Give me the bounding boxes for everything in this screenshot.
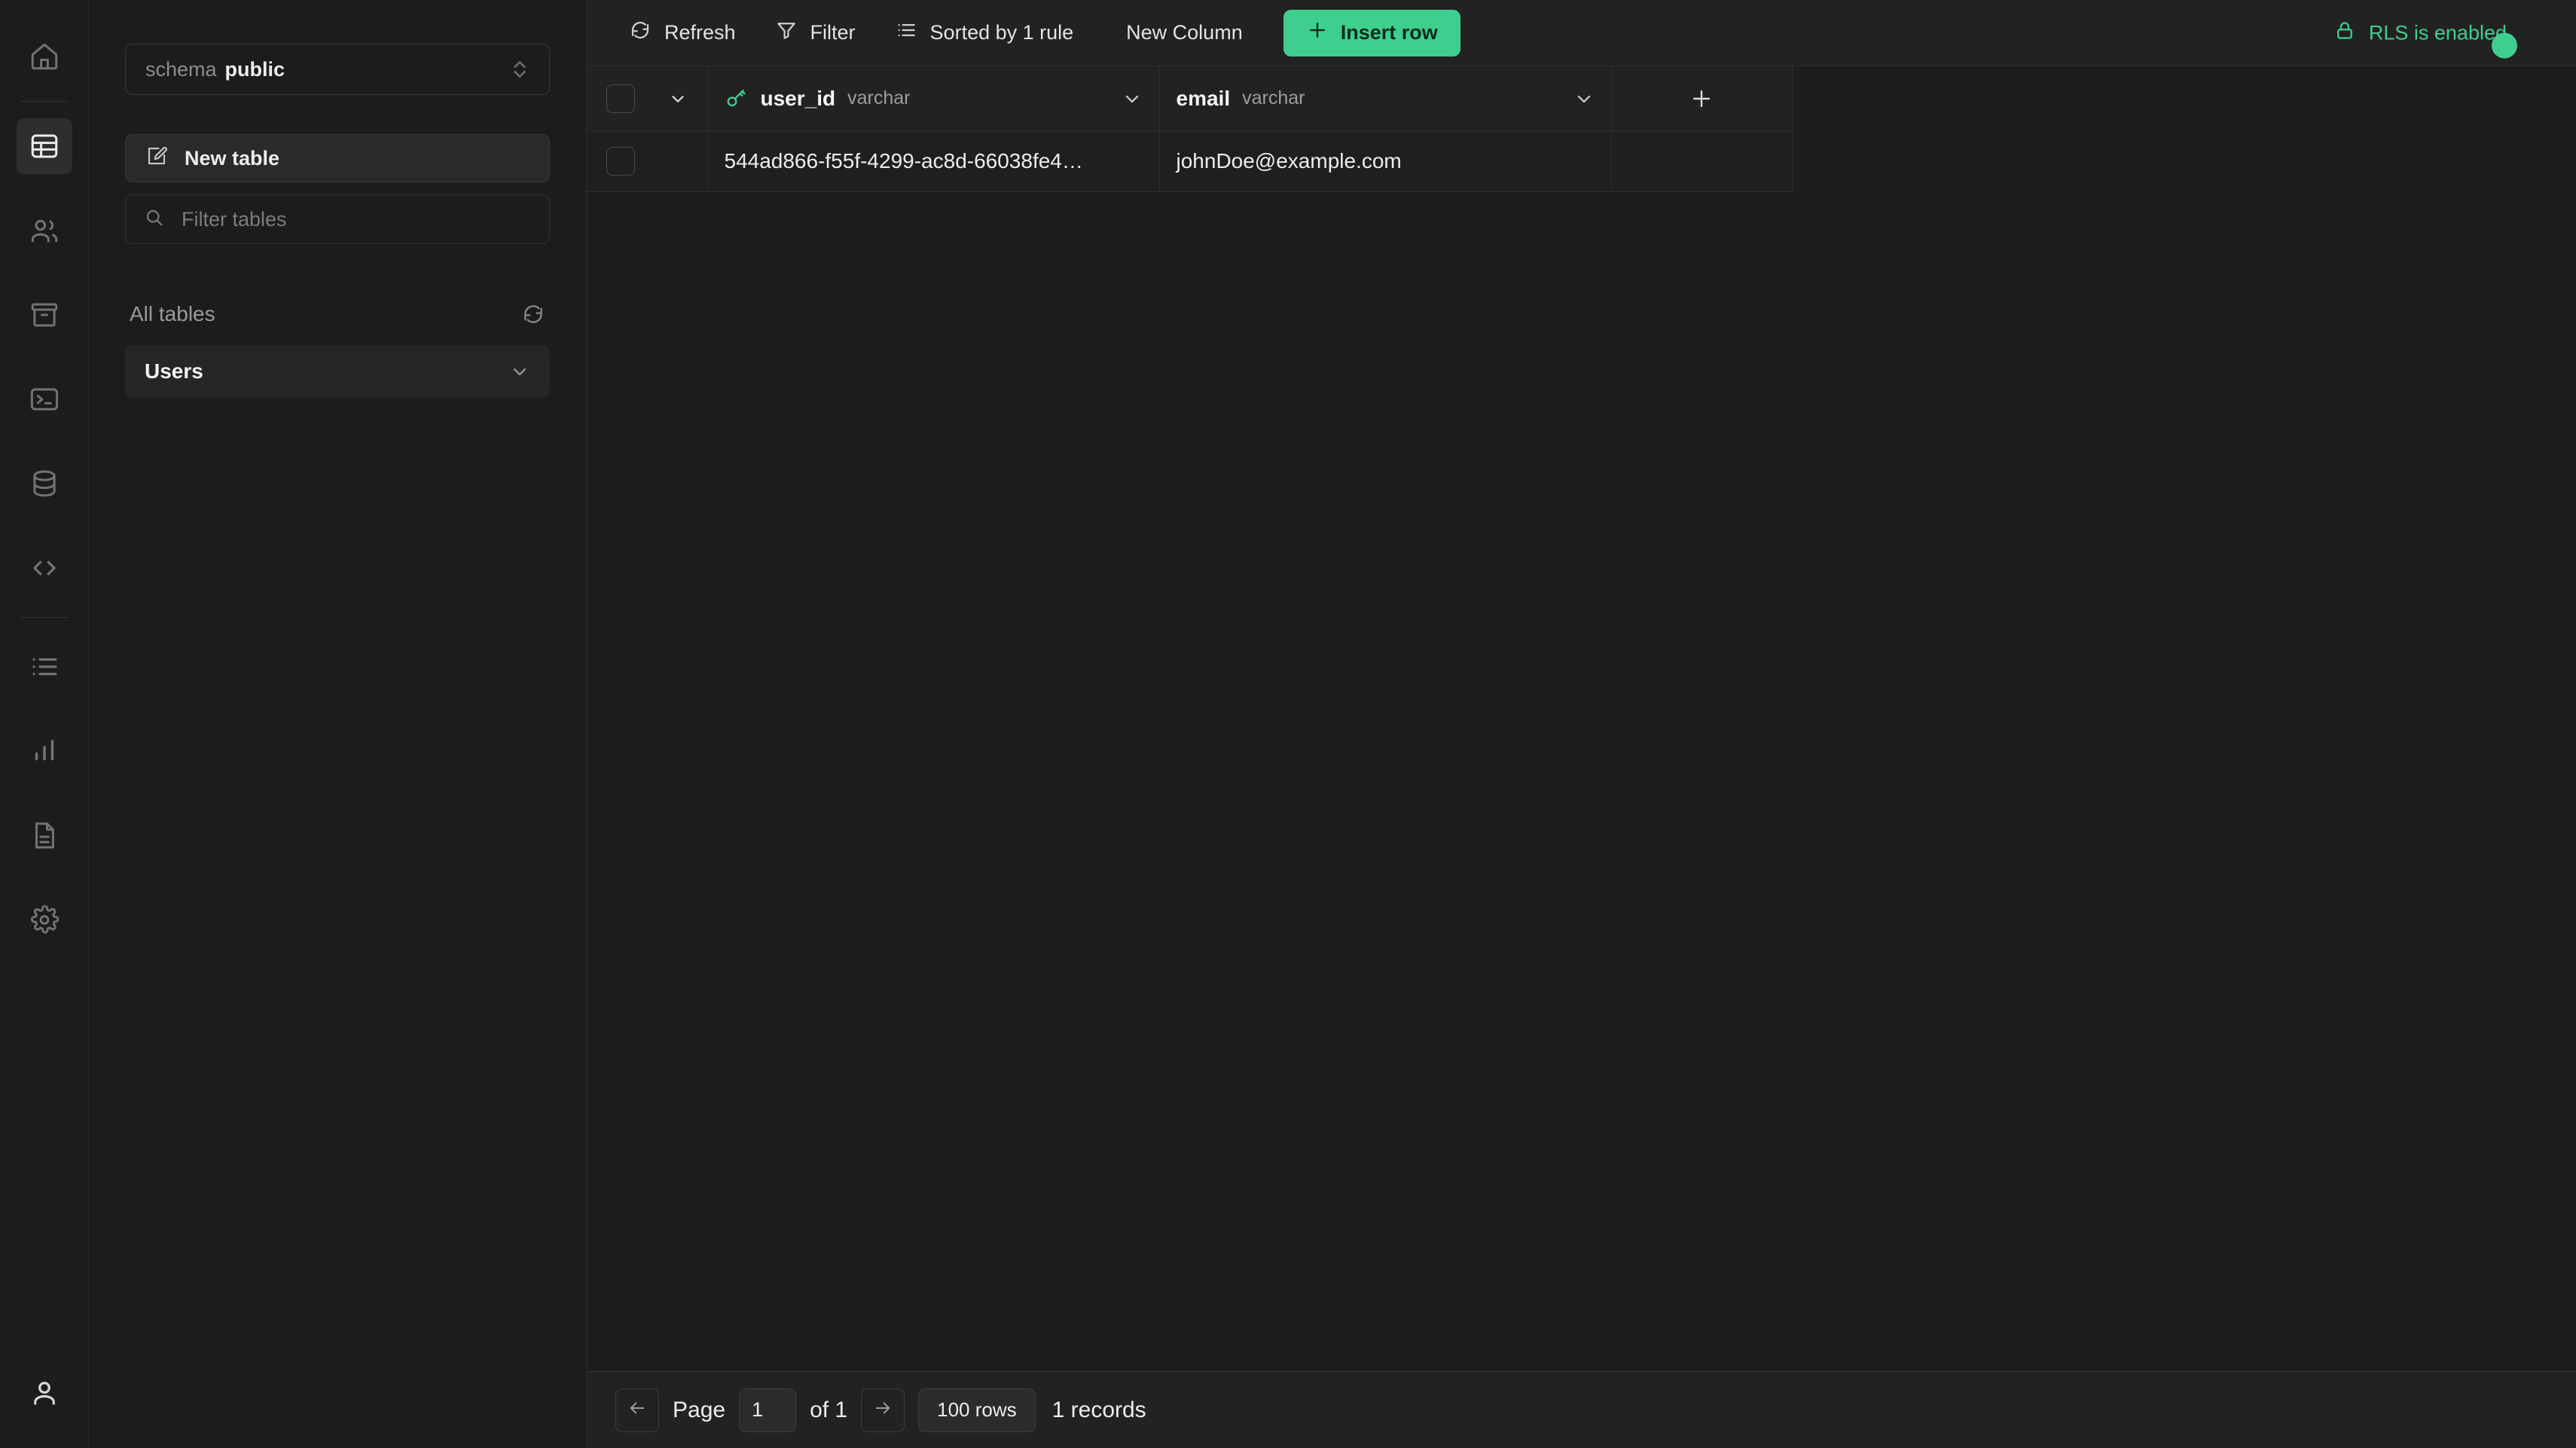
row-select-cell	[587, 131, 707, 191]
sidebar-item-docs[interactable]	[17, 808, 72, 863]
account-icon	[29, 1377, 60, 1409]
code-icon	[29, 552, 60, 584]
terminal-icon	[29, 383, 60, 415]
previous-page-button[interactable]	[615, 1388, 659, 1432]
rows-per-page-button[interactable]: 100 rows	[918, 1388, 1036, 1432]
sidebar-item-logs[interactable]	[17, 639, 72, 695]
table-editor-icon	[29, 130, 60, 162]
sidebar-item-api[interactable]	[17, 540, 72, 596]
sort-list-icon	[895, 19, 930, 47]
new-table-button[interactable]: New table	[125, 134, 550, 182]
column-header-email[interactable]: email varchar	[1159, 66, 1611, 131]
insert-row-label: Insert row	[1341, 21, 1438, 44]
next-page-button[interactable]	[861, 1388, 905, 1432]
cell-user-id[interactable]: 544ad866-f55f-4299-ac8d-66038fe4…	[707, 131, 1159, 191]
table-name: Users	[145, 359, 203, 383]
sidebar-item-home[interactable]	[17, 29, 72, 84]
chevron-down-icon[interactable]	[509, 361, 530, 382]
chevron-down-icon[interactable]	[668, 89, 688, 108]
schema-prefix-label: schema	[145, 58, 217, 81]
lock-icon	[2333, 19, 2369, 47]
rows-per-page-label: 100 rows	[937, 1398, 1017, 1422]
cell-email[interactable]: johnDoe@example.com	[1159, 131, 1611, 191]
sidebar-item-sql-editor[interactable]	[17, 371, 72, 427]
new-column-label: New Column	[1126, 21, 1243, 44]
chart-icon	[29, 735, 60, 767]
main-content: Refresh Filter Sorted by 1 rule	[587, 0, 2576, 1448]
select-all-checkbox[interactable]	[606, 84, 635, 113]
rls-label: RLS is enabled	[2369, 21, 2507, 44]
column-header-user-id[interactable]: user_id varchar	[707, 66, 1159, 131]
rail-divider-top	[20, 101, 69, 102]
sidebar-item-storage[interactable]	[17, 287, 72, 343]
archive-icon	[29, 299, 60, 331]
record-count-label: 1 records	[1052, 1398, 1146, 1423]
filter-tables-input[interactable]	[182, 208, 531, 231]
rls-status[interactable]: RLS is enabled	[2333, 19, 2507, 47]
filter-button[interactable]: Filter	[762, 11, 869, 55]
page-total-label: of 1	[810, 1398, 847, 1423]
sidebar-item-authentication[interactable]	[17, 203, 72, 258]
table-row[interactable]: 544ad866-f55f-4299-ac8d-66038fe4… johnDo…	[587, 131, 1792, 191]
page-label: Page	[673, 1398, 725, 1423]
chevron-down-icon[interactable]	[1122, 88, 1143, 109]
grid-header-row: user_id varchar email varc	[587, 66, 1792, 131]
rail-divider-mid	[20, 617, 69, 618]
chevron-down-icon[interactable]	[1573, 88, 1595, 109]
cell-empty	[1611, 131, 1792, 191]
arrow-right-icon	[872, 1398, 893, 1422]
data-grid: user_id varchar email varc	[587, 66, 2576, 1371]
refresh-label: Refresh	[664, 21, 736, 44]
search-icon	[144, 207, 182, 232]
filter-label: Filter	[810, 21, 856, 44]
gear-icon	[29, 904, 60, 936]
sidebar-item-database[interactable]	[17, 456, 72, 512]
document-icon	[29, 820, 60, 851]
schema-selector[interactable]: schema public	[125, 44, 550, 95]
filter-tables-box[interactable]	[125, 194, 550, 244]
home-icon	[29, 41, 60, 72]
add-column-cell[interactable]	[1611, 66, 1792, 131]
column-type: varchar	[847, 87, 910, 109]
grid-table: user_id varchar email varc	[587, 66, 1793, 192]
column-type: varchar	[1242, 87, 1305, 109]
row-checkbox[interactable]	[606, 147, 635, 176]
sidebar-item-table-editor[interactable]	[17, 118, 72, 174]
refresh-button[interactable]: Refresh	[615, 11, 749, 55]
tables-panel: schema public New table	[89, 0, 587, 1448]
page-number-input[interactable]	[739, 1388, 796, 1432]
schema-value: public	[225, 58, 285, 81]
pagination-bar: Page of 1 100 rows 1 records	[587, 1371, 2576, 1448]
table-list-item-users[interactable]: Users	[125, 345, 550, 398]
icon-rail	[0, 0, 89, 1448]
insert-row-button[interactable]: Insert row	[1283, 10, 1460, 57]
status-indicator-dot	[2492, 32, 2517, 58]
plus-icon	[1306, 19, 1341, 47]
all-tables-label: All tables	[130, 302, 215, 326]
sort-button[interactable]: Sorted by 1 rule	[881, 11, 1088, 55]
new-table-label: New table	[185, 147, 279, 170]
refresh-icon	[629, 19, 664, 47]
grid-toolbar: Refresh Filter Sorted by 1 rule	[587, 0, 2576, 66]
primary-key-icon	[725, 87, 747, 110]
add-column-icon[interactable]	[1628, 66, 1775, 131]
column-name: email	[1177, 87, 1231, 111]
select-all-cell	[587, 66, 707, 131]
chevron-updown-icon	[510, 57, 530, 81]
users-icon	[29, 215, 60, 246]
arrow-left-icon	[627, 1398, 648, 1422]
sidebar-item-account[interactable]	[17, 1365, 72, 1421]
edit-square-icon	[145, 145, 185, 173]
sidebar-item-settings[interactable]	[17, 892, 72, 948]
sidebar-item-reports[interactable]	[17, 723, 72, 779]
list-icon	[29, 651, 60, 683]
column-name: user_id	[761, 87, 836, 111]
database-icon	[29, 468, 60, 499]
sort-label: Sorted by 1 rule	[930, 21, 1074, 44]
refresh-tables-icon[interactable]	[521, 302, 545, 326]
new-column-button[interactable]: New Column	[1113, 11, 1256, 55]
funnel-icon	[775, 19, 810, 47]
all-tables-header: All tables	[125, 297, 550, 331]
